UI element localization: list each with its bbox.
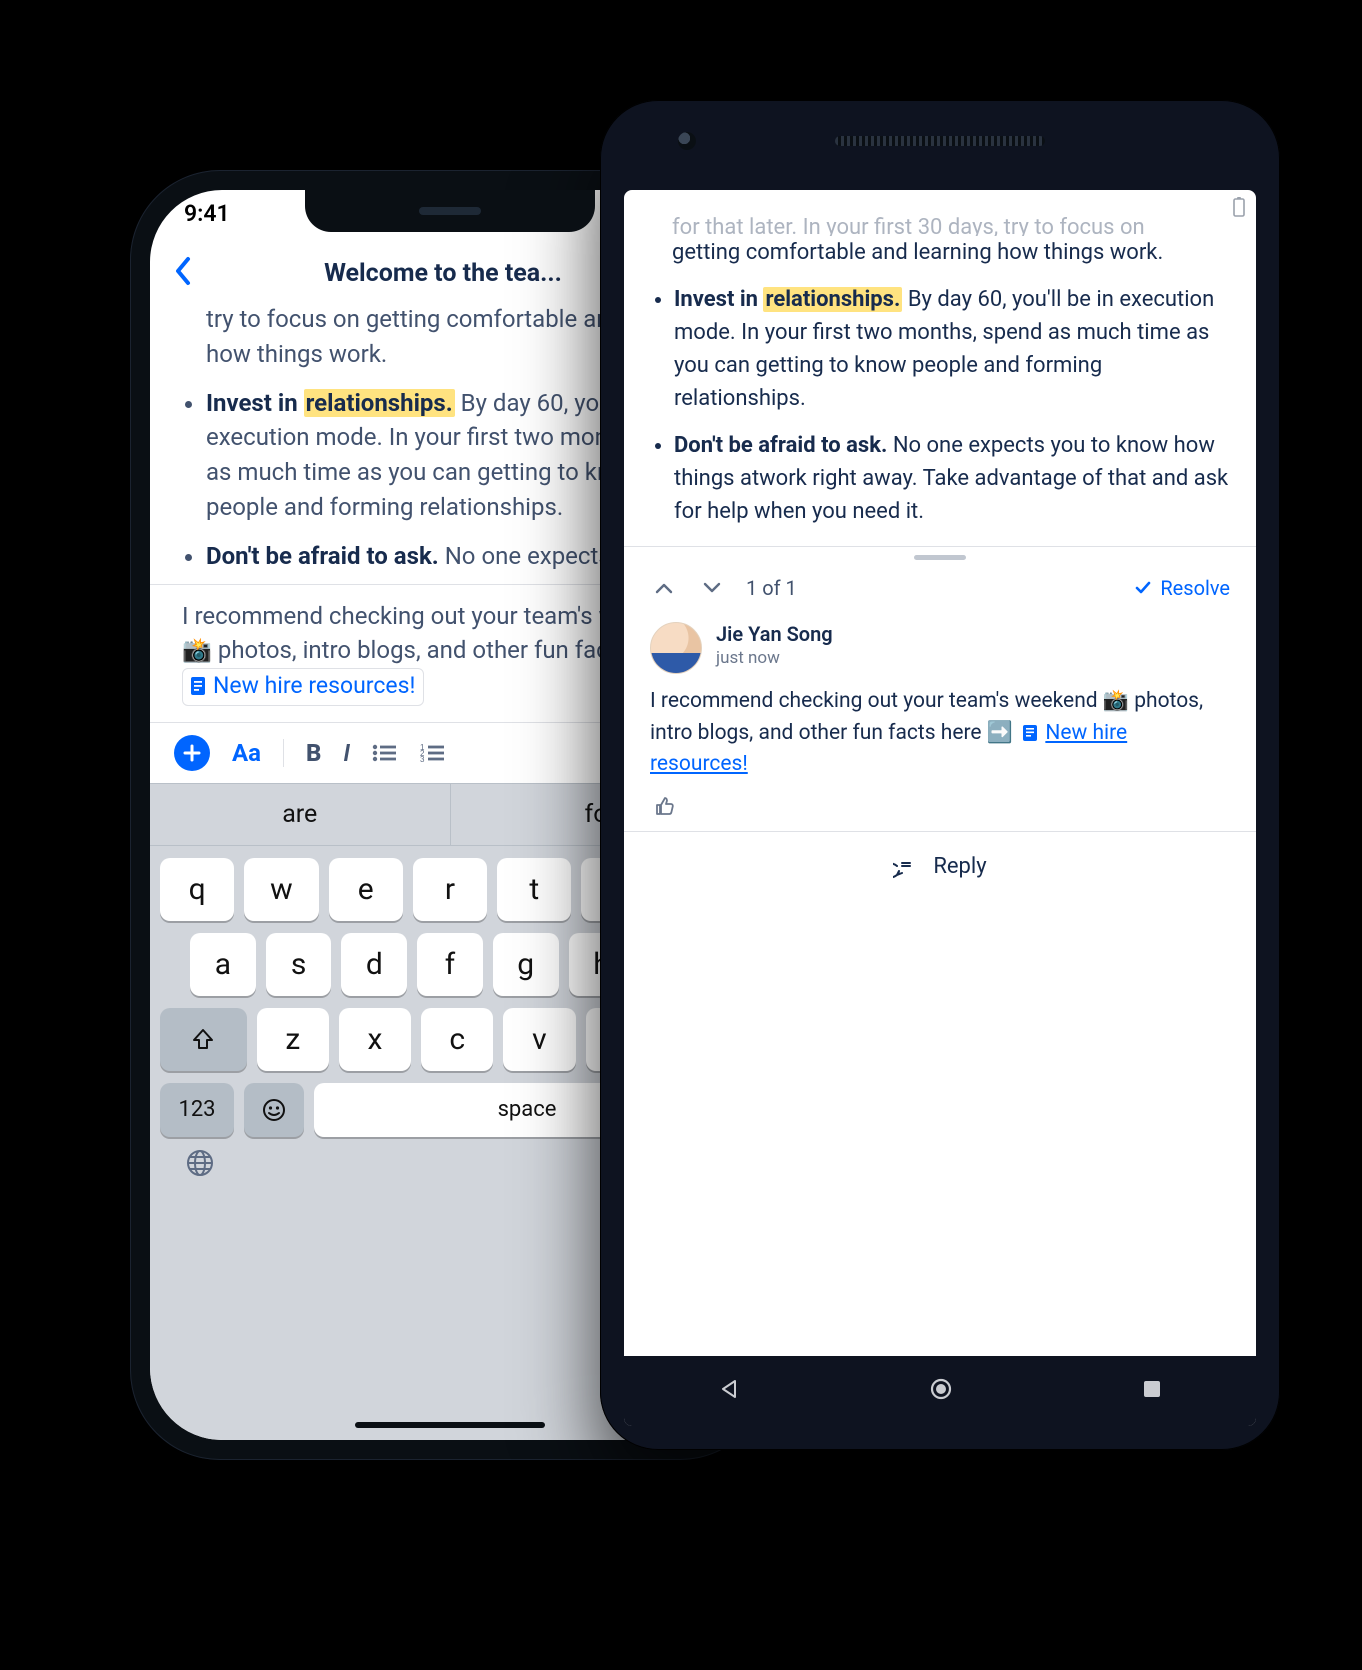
key-z[interactable]: z xyxy=(257,1008,329,1071)
key-r[interactable]: r xyxy=(413,858,487,921)
ios-home-indicator[interactable] xyxy=(355,1422,545,1428)
resolve-button[interactable]: Resolve xyxy=(1134,576,1230,600)
back-button[interactable] xyxy=(174,256,192,290)
android-earpiece xyxy=(835,136,1045,146)
android-home-button[interactable] xyxy=(928,1376,954,1406)
suggestion[interactable]: are xyxy=(150,784,450,845)
key-numbers[interactable]: 123 xyxy=(160,1083,234,1137)
key-c[interactable]: c xyxy=(421,1008,493,1071)
comment-author: Jie Yan Song xyxy=(716,622,833,646)
bold-button[interactable]: B xyxy=(306,739,321,767)
camera-emoji: 📸 xyxy=(1103,689,1129,713)
doc-bullet: Invest in relationships. By day 60, you'… xyxy=(674,283,1230,415)
comment-sheet: 1 of 1 Resolve Jie Yan Song just now I xyxy=(624,546,1256,831)
android-document-body[interactable]: for that later. In your first 30 days, t… xyxy=(624,224,1256,546)
key-d[interactable]: d xyxy=(341,933,407,996)
like-button[interactable] xyxy=(650,791,1230,831)
ios-clock: 9:41 xyxy=(184,200,230,227)
document-icon xyxy=(189,676,207,696)
android-nav-bar xyxy=(624,1356,1256,1426)
key-g[interactable]: g xyxy=(493,933,559,996)
numbered-list-button[interactable]: 123 xyxy=(420,743,446,763)
key-q[interactable]: q xyxy=(160,858,234,921)
battery-icon xyxy=(1232,196,1246,218)
android-device: for that later. In your first 30 days, t… xyxy=(600,100,1280,1450)
add-button[interactable] xyxy=(174,735,210,771)
key-e[interactable]: e xyxy=(329,858,403,921)
doc-cutoff-visible: getting comfortable and learning how thi… xyxy=(650,236,1230,269)
prev-comment-button[interactable] xyxy=(650,572,678,604)
comment-item: Jie Yan Song just now xyxy=(650,604,1230,680)
key-t[interactable]: t xyxy=(497,858,571,921)
doc-link-label: New hire resources! xyxy=(213,669,415,702)
key-w[interactable]: w xyxy=(244,858,318,921)
comment-body: I recommend checking out your team's wee… xyxy=(650,680,1230,791)
reply-icon xyxy=(893,854,919,880)
key-x[interactable]: x xyxy=(339,1008,411,1071)
doc-link-chip[interactable]: New hire resources! xyxy=(182,668,424,705)
stage: 9:41 Welcome to the tea... try to focus … xyxy=(0,0,1362,1670)
document-icon xyxy=(1022,724,1038,742)
reply-label: Reply xyxy=(933,854,986,879)
svg-text:3: 3 xyxy=(420,755,425,763)
key-a[interactable]: a xyxy=(190,933,256,996)
next-comment-button[interactable] xyxy=(698,572,726,604)
comment-count: 1 of 1 xyxy=(746,576,797,600)
key-s[interactable]: s xyxy=(266,933,332,996)
android-screen: for that later. In your first 30 days, t… xyxy=(624,190,1256,1426)
doc-bullet: Don't be afraid to ask. No one expects y… xyxy=(674,429,1230,528)
comment-timestamp: just now xyxy=(716,648,833,668)
reply-button[interactable]: Reply xyxy=(624,831,1256,902)
toolbar-divider xyxy=(283,739,284,767)
italic-button[interactable]: I xyxy=(343,739,350,767)
android-back-button[interactable] xyxy=(717,1377,741,1405)
android-front-camera xyxy=(678,132,696,150)
key-emoji[interactable] xyxy=(244,1083,304,1137)
check-icon xyxy=(1134,579,1152,597)
bulleted-list-button[interactable] xyxy=(372,743,398,763)
arrow-emoji: ➡️ xyxy=(987,721,1013,745)
avatar[interactable] xyxy=(650,622,702,674)
text-style-button[interactable]: Aa xyxy=(232,739,261,767)
key-f[interactable]: f xyxy=(417,933,483,996)
key-shift[interactable] xyxy=(160,1008,247,1071)
doc-cutoff-line: for that later. In your first 30 days, t… xyxy=(672,216,1145,236)
key-v[interactable]: v xyxy=(503,1008,575,1071)
sheet-grab-handle[interactable] xyxy=(914,555,966,560)
iphone-notch xyxy=(305,190,595,232)
camera-emoji: 📸 xyxy=(182,636,212,664)
android-recents-button[interactable] xyxy=(1141,1378,1163,1404)
